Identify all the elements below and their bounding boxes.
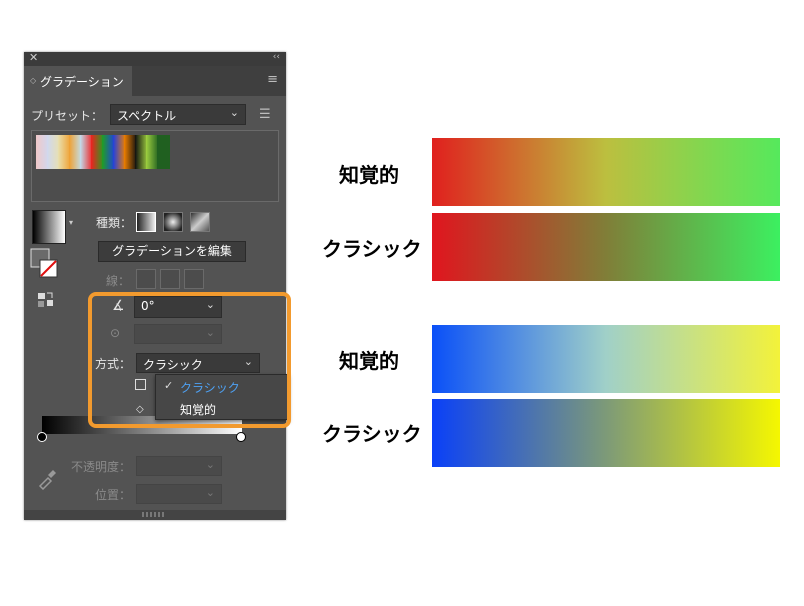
- demo-gradient-bar: [432, 138, 780, 206]
- position-select[interactable]: ⌄: [136, 484, 222, 504]
- position-label: 位置：: [95, 488, 132, 502]
- demo-label: 知覚的: [339, 349, 399, 373]
- preset-select[interactable]: スペクトル ⌄: [110, 104, 246, 125]
- stroke-along-button[interactable]: [160, 269, 180, 289]
- demo-label: クラシック: [322, 422, 422, 446]
- linear-gradient-button[interactable]: [136, 212, 156, 232]
- stroke-within-button[interactable]: [136, 269, 156, 289]
- list-view-icon[interactable]: ☰: [259, 107, 271, 122]
- panel-resize-grip[interactable]: [24, 510, 286, 520]
- panel-title: グラデーション: [40, 75, 124, 89]
- stroke-label: 線：: [106, 274, 131, 288]
- demo-gradient-bar: [432, 399, 780, 467]
- preset-value: スペクトル: [117, 109, 177, 123]
- preset-swatches: [31, 130, 279, 202]
- eyedropper-icon[interactable]: [36, 466, 60, 490]
- opacity-select[interactable]: ⌄: [136, 456, 222, 476]
- chevron-down-icon: ⌄: [205, 458, 215, 471]
- demo-gradient-bar: [432, 325, 780, 393]
- opacity-label: 不透明度：: [71, 460, 132, 474]
- gradient-stop-white[interactable]: [236, 432, 246, 442]
- collapse-icon[interactable]: ‹‹: [273, 52, 280, 62]
- gradient-panel: ✕ ‹‹ ◇ グラデーション ≡ プリセット： スペクトル ⌄ ☰ ▾ 種類： …: [24, 51, 289, 520]
- close-icon[interactable]: ✕: [29, 51, 38, 64]
- edit-gradient-button[interactable]: グラデーションを編集: [98, 241, 246, 262]
- fill-stroke-icon[interactable]: [30, 248, 58, 282]
- tab-gradient[interactable]: ◇ グラデーション: [24, 66, 132, 96]
- demo-gradient-bar: [432, 213, 780, 281]
- demo-label: 知覚的: [339, 163, 399, 187]
- gradient-stop-black[interactable]: [37, 432, 47, 442]
- demo-label: クラシック: [322, 237, 422, 261]
- panel-titlebar: ✕ ‹‹: [24, 51, 286, 66]
- gradient-preview-swatch[interactable]: [32, 210, 66, 244]
- preset-swatch[interactable]: [157, 135, 170, 169]
- type-label: 種類：: [96, 216, 133, 230]
- radial-gradient-button[interactable]: [163, 212, 183, 232]
- swap-swatch-icon[interactable]: [37, 290, 55, 308]
- swatch-dropdown-icon[interactable]: ▾: [69, 218, 73, 227]
- tab-grip-icon: ◇: [30, 76, 37, 85]
- freeform-gradient-button[interactable]: [190, 212, 210, 232]
- panel-tabbar: ◇ グラデーション ≡: [24, 66, 286, 96]
- chevron-down-icon: ⌄: [229, 106, 239, 119]
- method-highlight-frame: [88, 292, 291, 428]
- panel-menu-icon[interactable]: ≡: [267, 72, 278, 87]
- preset-label: プリセット：: [31, 109, 104, 123]
- chevron-down-icon: ⌄: [205, 486, 215, 499]
- stroke-across-button[interactable]: [184, 269, 204, 289]
